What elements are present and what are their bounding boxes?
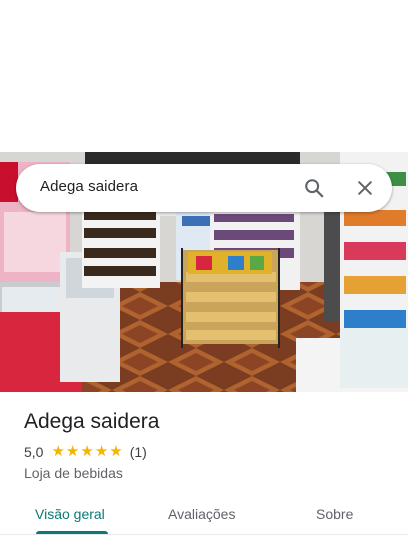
rating-row[interactable]: 5,0 ★ ★ ★ ★ ★ (1) — [24, 444, 147, 461]
review-count[interactable]: (1) — [130, 444, 147, 460]
selected-tab-indicator — [36, 531, 108, 534]
star-icon: ★ — [80, 443, 94, 460]
search-query-text[interactable]: Adega saidera — [40, 178, 138, 195]
search-icon[interactable] — [300, 174, 328, 202]
search-bar[interactable]: Adega saidera — [16, 164, 392, 212]
place-tabs: Visão geral Avaliações Sobre — [0, 498, 408, 538]
rating-value: 5,0 — [24, 444, 44, 460]
tab-reviews[interactable]: Avaliações — [168, 506, 235, 522]
place-title: Adega saidera — [24, 410, 160, 433]
close-icon[interactable] — [351, 174, 379, 202]
tab-overview[interactable]: Visão geral — [35, 506, 105, 522]
star-icon: ★ — [109, 443, 123, 460]
tab-about[interactable]: Sobre — [316, 506, 353, 522]
star-rating: ★ ★ ★ ★ ★ — [51, 444, 123, 460]
place-category: Loja de bebidas — [24, 465, 123, 481]
star-icon: ★ — [94, 443, 109, 460]
map-blank-area — [0, 0, 408, 152]
star-icon: ★ — [51, 443, 65, 460]
place-info-panel: Adega saidera 5,0 ★ ★ ★ ★ ★ (1) Loja de … — [0, 392, 408, 544]
tabs-divider — [0, 534, 408, 535]
star-icon: ★ — [65, 443, 80, 460]
